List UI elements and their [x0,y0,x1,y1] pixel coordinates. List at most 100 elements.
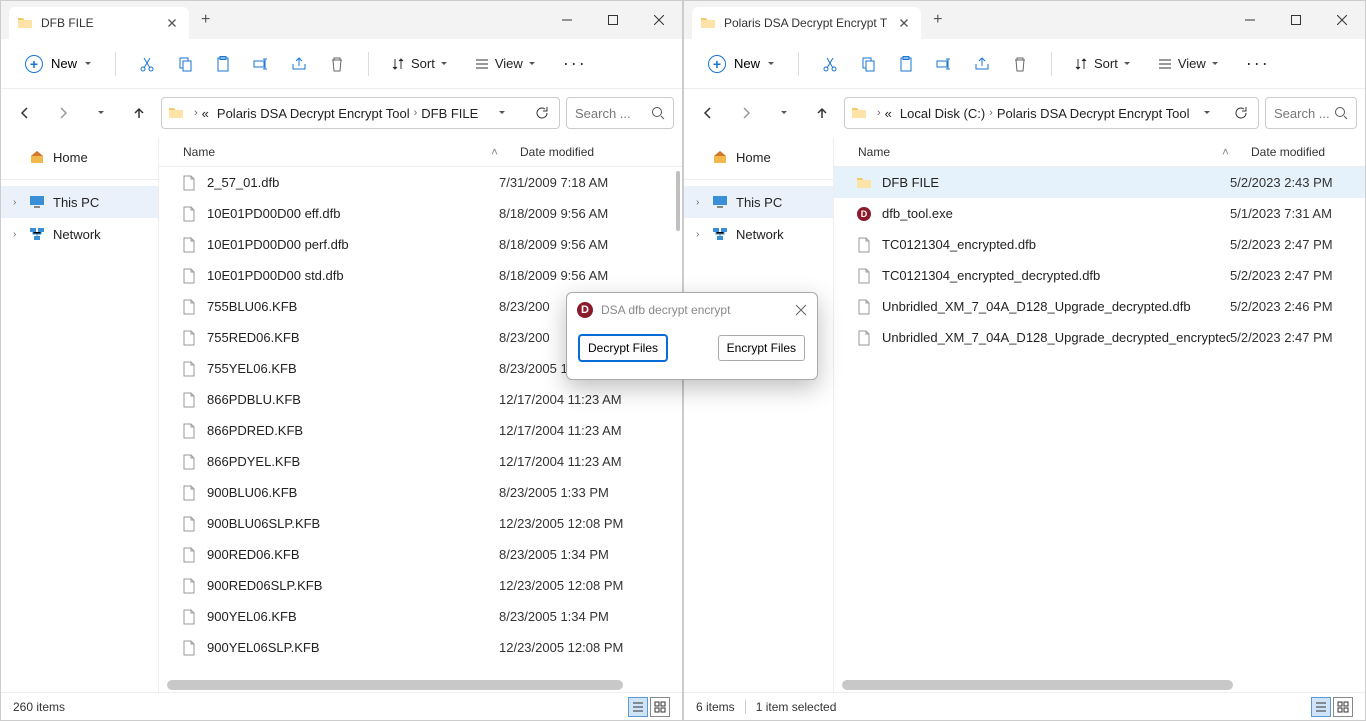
file-row[interactable]: TC0121304_encrypted.dfb5/2/2023 2:47 PM [834,229,1365,260]
chevron-down-icon[interactable] [1202,108,1212,118]
file-row[interactable]: DFB FILE5/2/2023 2:43 PM [834,167,1365,198]
breadcrumb-seg[interactable]: Polaris DSA Decrypt Encrypt Tool [997,106,1190,121]
sidebar-item-network[interactable]: ›Network [684,218,833,250]
refresh-button[interactable] [1224,106,1248,120]
breadcrumb-seg[interactable]: Local Disk (C:) [900,106,985,121]
col-date[interactable]: Date modified [1247,145,1365,159]
file-list[interactable]: 2_57_01.dfb7/31/2009 7:18 AM10E01PD00D00… [159,167,682,678]
file-row[interactable]: 900YEL06.KFB8/23/2005 1:34 PM [159,601,682,632]
encrypt-button[interactable]: Encrypt Files [718,335,805,361]
rename-icon[interactable] [244,47,278,81]
recent-button[interactable] [85,97,117,129]
more-button[interactable]: ··· [555,53,595,74]
dialog-titlebar[interactable]: D DSA dfb decrypt encrypt [567,293,817,327]
file-row[interactable]: Unbridled_XM_7_04A_D128_Upgrade_decrypte… [834,322,1365,353]
copy-icon[interactable] [168,47,202,81]
breadcrumb-overflow[interactable]: « [202,106,209,121]
expand-icon[interactable]: › [696,197,708,208]
file-row[interactable]: 10E01PD00D00 std.dfb8/18/2009 9:56 AM [159,260,682,291]
view-button[interactable]: View [1150,52,1234,75]
col-date[interactable]: Date modified [516,145,682,159]
sidebar-item-thispc[interactable]: ›This PC [684,186,833,218]
scrollbar-thumb[interactable] [676,171,680,231]
recent-button[interactable] [768,97,800,129]
up-button[interactable] [123,97,155,129]
close-window-button[interactable] [636,5,682,35]
rename-icon[interactable] [927,47,961,81]
breadcrumb-seg[interactable]: Polaris DSA Decrypt Encrypt Tool [217,106,410,121]
forward-button[interactable] [47,97,79,129]
maximize-button[interactable] [590,5,636,35]
back-button[interactable] [9,97,41,129]
new-button[interactable]: +New [700,49,784,79]
breadcrumb[interactable]: › « Polaris DSA Decrypt Encrypt Tool › D… [161,97,560,129]
back-button[interactable] [692,97,724,129]
file-row[interactable]: 900BLU06SLP.KFB12/23/2005 12:08 PM [159,508,682,539]
icons-view-icon[interactable] [650,697,670,717]
sidebar-item-thispc[interactable]: ›This PC [1,186,158,218]
details-view-icon[interactable] [1311,697,1331,717]
tab-dfb-file[interactable]: DFB FILE [9,7,189,39]
paste-icon[interactable] [206,47,240,81]
expand-icon[interactable]: › [13,197,25,208]
minimize-button[interactable] [1227,5,1273,35]
file-row[interactable]: TC0121304_encrypted_decrypted.dfb5/2/202… [834,260,1365,291]
sort-button[interactable]: Sort [1066,52,1146,75]
forward-button[interactable] [730,97,762,129]
file-row[interactable]: 866PDBLU.KFB12/17/2004 11:23 AM [159,384,682,415]
new-button[interactable]: +New [17,49,101,79]
delete-icon[interactable] [1003,47,1037,81]
file-row[interactable]: 900BLU06.KFB8/23/2005 1:33 PM [159,477,682,508]
sort-button[interactable]: Sort [383,52,463,75]
file-row[interactable]: 866PDRED.KFB12/17/2004 11:23 AM [159,415,682,446]
file-row[interactable]: 900RED06SLP.KFB12/23/2005 12:08 PM [159,570,682,601]
col-name[interactable]: Name [834,145,1232,159]
breadcrumb-seg[interactable]: DFB FILE [421,106,478,121]
file-row[interactable]: 866PDYEL.KFB12/17/2004 11:23 AM [159,446,682,477]
paste-icon[interactable] [889,47,923,81]
hscroll[interactable] [834,678,1365,692]
share-icon[interactable] [282,47,316,81]
search-input[interactable]: Search ... [566,97,674,129]
minimize-button[interactable] [544,5,590,35]
breadcrumb[interactable]: › « Local Disk (C:) › Polaris DSA Decryp… [844,97,1259,129]
details-view-icon[interactable] [628,697,648,717]
file-row[interactable]: 2_57_01.dfb7/31/2009 7:18 AM [159,167,682,198]
decrypt-button[interactable]: Decrypt Files [579,335,667,361]
expand-icon[interactable]: › [13,229,25,240]
up-button[interactable] [806,97,838,129]
icons-view-icon[interactable] [1333,697,1353,717]
breadcrumb-overflow[interactable]: « [885,106,892,121]
file-row[interactable]: Ddfb_tool.exe5/1/2023 7:31 AM [834,198,1365,229]
close-icon[interactable] [165,16,179,30]
chevron-down-icon[interactable] [497,108,507,118]
file-row[interactable]: 900RED06.KFB8/23/2005 1:34 PM [159,539,682,570]
maximize-button[interactable] [1273,5,1319,35]
cut-icon[interactable] [813,47,847,81]
file-row[interactable]: 10E01PD00D00 eff.dfb8/18/2009 9:56 AM [159,198,682,229]
share-icon[interactable] [965,47,999,81]
expand-icon[interactable]: › [696,229,708,240]
add-tab-button[interactable]: + [201,11,210,29]
close-window-button[interactable] [1319,5,1365,35]
col-name[interactable]: Name [159,145,501,159]
more-button[interactable]: ··· [1238,53,1278,74]
sidebar-item-home[interactable]: Home [1,141,158,173]
cut-icon[interactable] [130,47,164,81]
delete-icon[interactable] [320,47,354,81]
hscroll[interactable] [159,678,682,692]
file-row[interactable]: 900YEL06SLP.KFB12/23/2005 12:08 PM [159,632,682,663]
search-input[interactable]: Search ... [1265,97,1357,129]
tab-polaris[interactable]: Polaris DSA Decrypt Encrypt T [692,7,921,39]
view-button[interactable]: View [467,52,551,75]
add-tab-button[interactable]: + [933,11,942,29]
sidebar-item-home[interactable]: Home [684,141,833,173]
refresh-button[interactable] [525,106,549,120]
sidebar-item-network[interactable]: ›Network [1,218,158,250]
file-row[interactable]: Unbridled_XM_7_04A_D128_Upgrade_decrypte… [834,291,1365,322]
file-list[interactable]: DFB FILE5/2/2023 2:43 PMDdfb_tool.exe5/1… [834,167,1365,678]
copy-icon[interactable] [851,47,885,81]
file-row[interactable]: 10E01PD00D00 perf.dfb8/18/2009 9:56 AM [159,229,682,260]
close-icon[interactable] [795,304,807,316]
close-icon[interactable] [897,16,911,30]
